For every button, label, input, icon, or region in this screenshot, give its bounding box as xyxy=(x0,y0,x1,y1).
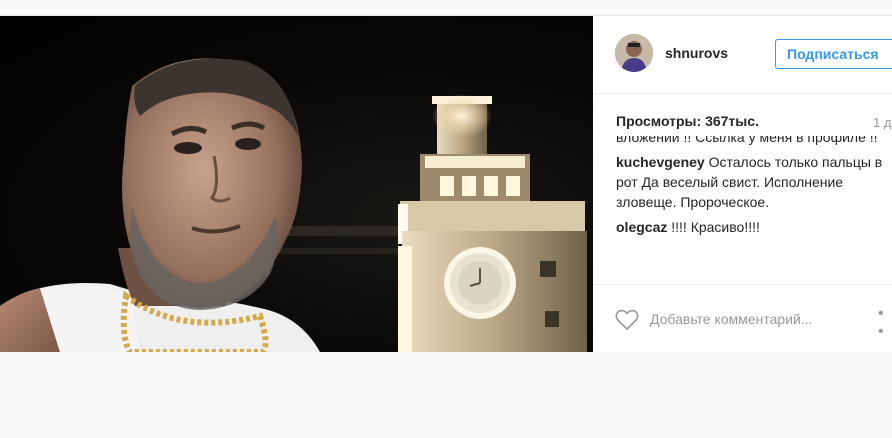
comment-text: вложении !! Ссылка у меня в профиле !! xyxy=(616,136,878,145)
post-header: shnurovs Подписаться xyxy=(593,16,892,94)
post-time[interactable]: 1 д xyxy=(873,115,891,130)
comments-list[interactable]: вложении !! Ссылка у меня в профиле !! k… xyxy=(616,136,888,278)
heart-icon[interactable] xyxy=(615,309,639,331)
comment-item: olegcaz !!!! Красиво!!!! xyxy=(616,217,888,237)
comment-text: !!!! Красиво!!!! xyxy=(671,219,760,235)
instagram-post: shnurovs Подписаться Просмотры: 367тыс. … xyxy=(0,15,892,352)
post-video[interactable] xyxy=(0,16,593,352)
comment-item: kuchevgeney Осталось только пальцы в рот… xyxy=(616,152,888,212)
comment-author[interactable]: olegcaz xyxy=(616,219,667,235)
video-frame xyxy=(0,58,587,352)
more-options-icon[interactable]: • • xyxy=(878,305,892,341)
views-count: 367тыс. xyxy=(705,113,759,129)
views-label: Просмотры: xyxy=(616,113,702,129)
post-sidebar: shnurovs Подписаться Просмотры: 367тыс. … xyxy=(593,16,892,352)
comment-author[interactable]: kuchevgeney xyxy=(616,154,705,170)
post-footer: • • xyxy=(593,284,892,352)
username[interactable]: shnurovs xyxy=(665,45,728,61)
comment-item: вложении !! Ссылка у меня в профиле !! xyxy=(616,136,888,147)
views-counter: Просмотры: 367тыс. xyxy=(616,113,759,129)
avatar-image xyxy=(615,34,653,72)
avatar[interactable] xyxy=(615,34,653,72)
add-comment-input[interactable] xyxy=(650,307,850,331)
follow-button[interactable]: Подписаться xyxy=(775,39,892,69)
